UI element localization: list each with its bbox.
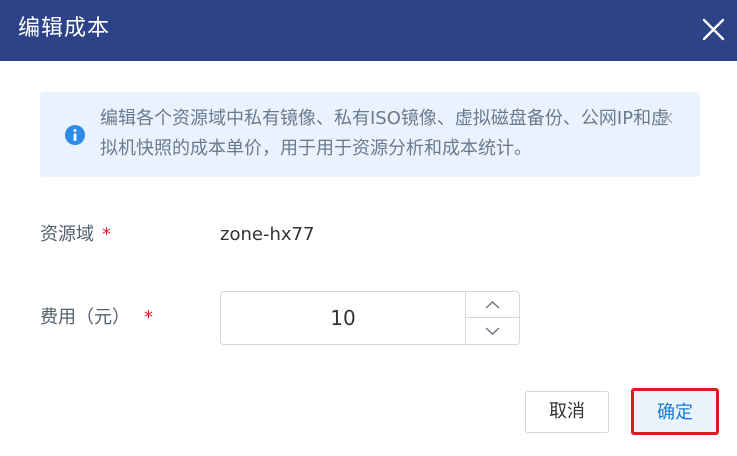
edit-cost-dialog: 编辑成本 编辑各个资源域中私有镜像、私有ISO镜像、虚拟磁盘备份、公网IP和虚拟… <box>0 0 737 456</box>
chevron-down-icon <box>485 327 500 335</box>
info-icon <box>65 125 85 145</box>
cancel-button[interactable]: 取消 <box>525 391 609 433</box>
chevron-up-icon <box>485 301 500 309</box>
close-icon[interactable] <box>694 10 734 50</box>
required-mark: * <box>102 224 111 245</box>
cost-input[interactable]: 10 <box>221 292 465 344</box>
info-alert: 编辑各个资源域中私有镜像、私有ISO镜像、虚拟磁盘备份、公网IP和虚拟机快照的成… <box>40 92 700 177</box>
zone-value: zone-hx77 <box>220 224 315 245</box>
zone-label-text: 资源域 <box>40 224 94 245</box>
cost-label: 费用（元） * <box>40 305 153 331</box>
stepper-controls <box>465 292 519 344</box>
alert-close-icon[interactable] <box>660 110 674 124</box>
increment-button[interactable] <box>466 292 519 318</box>
dialog-header: 编辑成本 <box>0 0 737 61</box>
required-mark: * <box>144 307 153 328</box>
alert-message: 编辑各个资源域中私有镜像、私有ISO镜像、虚拟磁盘备份、公网IP和虚拟机快照的成… <box>100 108 670 159</box>
cost-stepper: 10 <box>220 291 520 345</box>
cost-label-text: 费用（元） <box>40 307 130 328</box>
decrement-button[interactable] <box>466 318 519 344</box>
zone-label: 资源域 * <box>40 222 111 248</box>
dialog-title: 编辑成本 <box>18 16 111 41</box>
confirm-button[interactable]: 确定 <box>631 388 719 435</box>
